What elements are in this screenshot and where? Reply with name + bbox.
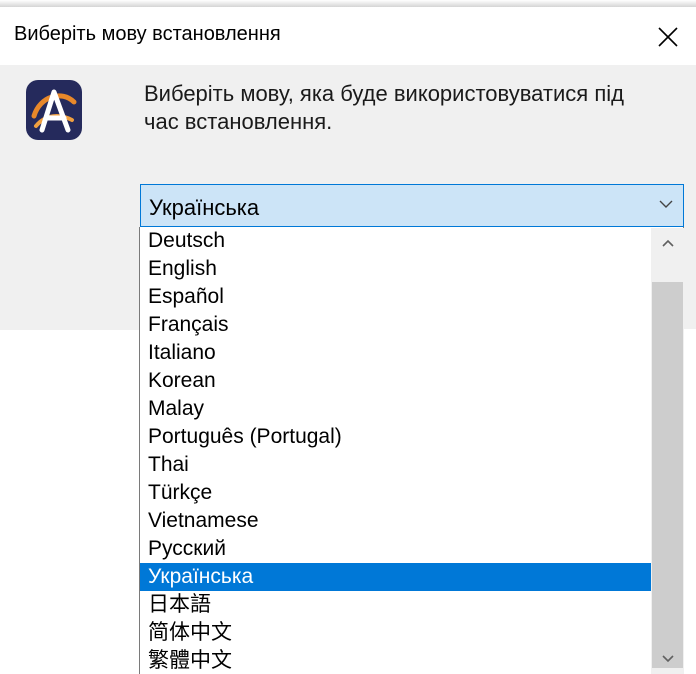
language-option[interactable]: Korean — [140, 367, 651, 395]
language-option[interactable]: 日本語 — [140, 591, 651, 619]
language-prompt: Виберіть мову, яка буде використовуватис… — [144, 80, 694, 136]
scroll-down-arrow-icon — [662, 655, 674, 663]
scroll-down-button[interactable] — [651, 644, 684, 674]
language-option[interactable]: Malay — [140, 395, 651, 423]
window-title: Виберіть мову встановлення — [14, 23, 281, 45]
close-icon — [658, 27, 678, 47]
language-dropdown-list: Deutsch English Español Français Italiano Kor… — [139, 227, 684, 674]
installer-logo-icon — [26, 80, 82, 140]
language-select-value: Українська — [149, 195, 260, 220]
prompt-line-1: Виберіть мову, яка буде використовуватис… — [144, 81, 624, 106]
dropdown-scrollbar[interactable] — [651, 228, 684, 674]
language-option[interactable]: Deutsch — [140, 227, 651, 255]
language-option[interactable]: English — [140, 255, 651, 283]
language-option[interactable]: Thai — [140, 451, 651, 479]
language-option[interactable]: 简体中文 — [140, 619, 651, 647]
language-option[interactable]: Vietnamese — [140, 507, 651, 535]
prompt-line-2: час встановлення. — [144, 109, 333, 134]
language-select[interactable]: Українська — [140, 184, 684, 227]
language-option[interactable]: Español — [140, 283, 651, 311]
scroll-up-button[interactable] — [651, 228, 684, 258]
language-option[interactable]: Italiano — [140, 339, 651, 367]
language-option[interactable]: Français — [140, 311, 651, 339]
window-top-edge — [0, 0, 696, 7]
scroll-up-arrow-icon — [662, 239, 674, 247]
language-option[interactable]: Türkçe — [140, 479, 651, 507]
language-option[interactable]: 繁體中文 — [140, 647, 651, 674]
scroll-thumb[interactable] — [652, 282, 683, 668]
close-button[interactable] — [646, 15, 690, 59]
chevron-down-icon — [659, 200, 673, 208]
language-option[interactable]: Русский — [140, 535, 651, 563]
language-option-selected[interactable]: Українська — [140, 563, 651, 591]
language-option[interactable]: Português (Portugal) — [140, 423, 651, 451]
title-bar: Виберіть мову встановлення — [0, 7, 696, 65]
